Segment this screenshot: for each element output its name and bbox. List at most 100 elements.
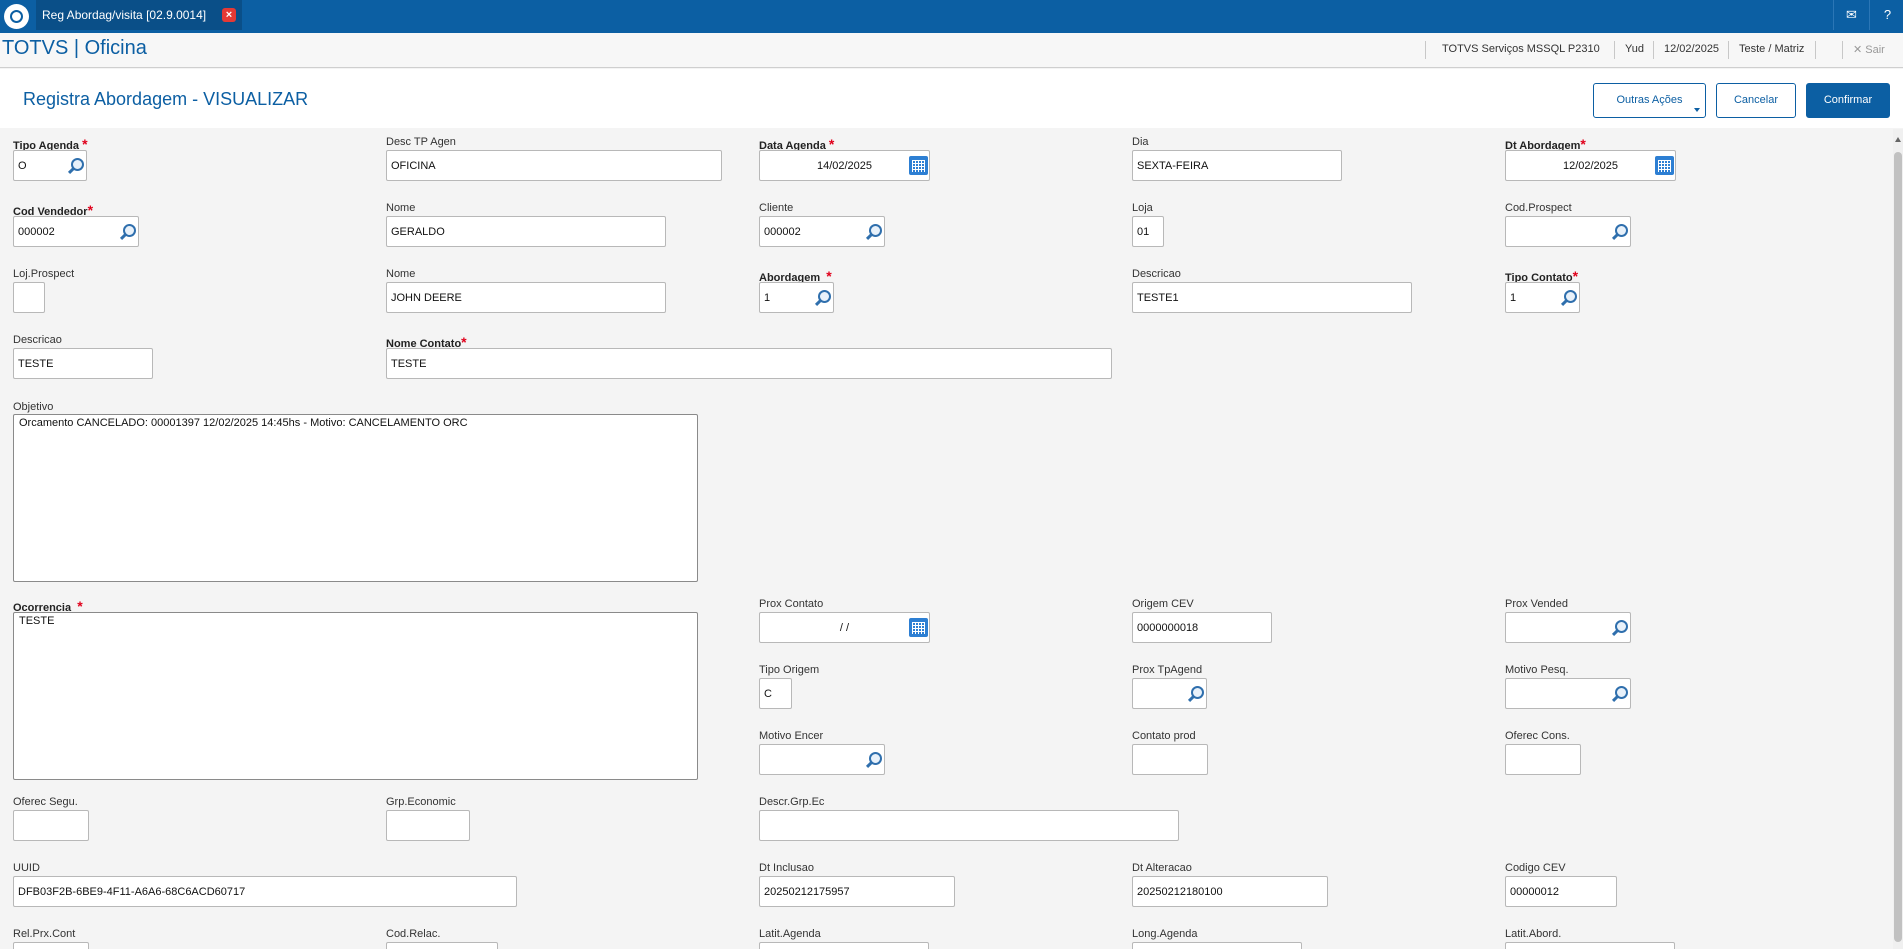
search-icon[interactable] xyxy=(813,289,831,307)
page-title: Registra Abordagem - VISUALIZAR xyxy=(23,89,309,109)
descr-grp-ec-label: Descr.Grp.Ec xyxy=(759,796,825,808)
motivo-pesq-label: Motivo Pesq. xyxy=(1505,664,1569,676)
tipo-origem-input[interactable]: C xyxy=(759,678,792,709)
oferec-segu-input[interactable] xyxy=(13,810,89,841)
grp-economic-input[interactable] xyxy=(386,810,470,841)
totvs-logo-icon[interactable] xyxy=(4,4,29,29)
oferec-segu-label: Oferec Segu. xyxy=(13,796,78,808)
uuid-input[interactable]: DFB03F2B-6BE9-4F11-A6A6-68C6ACD60717 xyxy=(13,876,517,907)
environment-label: TOTVS Serviços MSSQL P2310 xyxy=(1442,43,1600,55)
app-brand: TOTVS | Oficina xyxy=(2,37,147,59)
prox-tpagend-input[interactable] xyxy=(1132,678,1207,709)
ocorrencia-textarea[interactable]: TESTE xyxy=(13,612,698,780)
prox-contato-input[interactable]: / / xyxy=(759,612,930,643)
search-icon[interactable] xyxy=(864,751,882,769)
descricao-abordagem-input[interactable]: TESTE1 xyxy=(1132,282,1412,313)
cod-relac-input[interactable] xyxy=(386,942,498,949)
abordagem-input[interactable]: 1 xyxy=(759,282,834,313)
descricao-contato-label: Descricao xyxy=(13,334,62,346)
prox-vended-label: Prox Vended xyxy=(1505,598,1568,610)
scrollbar-thumb[interactable] xyxy=(1894,152,1902,942)
help-icon[interactable]: ? xyxy=(1869,0,1903,30)
nome-vendedor-label: Nome xyxy=(386,202,416,214)
tipo-agenda-input[interactable]: O xyxy=(13,150,87,181)
cliente-input[interactable]: 000002 xyxy=(759,216,885,247)
loj-prospect-input[interactable] xyxy=(13,282,45,313)
motivo-pesq-input[interactable] xyxy=(1505,678,1631,709)
mail-icon[interactable]: ✉ xyxy=(1833,0,1869,30)
descricao-abordagem-label: Descricao xyxy=(1132,268,1181,280)
descr-grp-ec-input[interactable] xyxy=(759,810,1179,841)
nome-cliente-input[interactable]: JOHN DEERE xyxy=(386,282,666,313)
prox-vended-input[interactable] xyxy=(1505,612,1631,643)
objetivo-textarea[interactable]: Orcamento CANCELADO: 00001397 12/02/2025… xyxy=(13,414,698,582)
contato-prod-label: Contato prod xyxy=(1132,730,1196,742)
divider xyxy=(1728,41,1729,59)
divider xyxy=(1842,41,1843,59)
nome-contato-input[interactable]: TESTE xyxy=(386,348,1112,379)
search-icon[interactable] xyxy=(1186,685,1204,703)
close-tab-icon[interactable]: × xyxy=(222,8,236,22)
cod-relac-label: Cod.Relac. xyxy=(386,928,441,940)
rel-prx-cont-input[interactable] xyxy=(13,942,89,949)
latit-agenda-input[interactable] xyxy=(759,942,929,949)
latit-abord-input[interactable] xyxy=(1505,942,1675,949)
tab-reg-abordagem[interactable]: Reg Abordag/visita [02.9.0014] × xyxy=(36,0,242,30)
search-icon[interactable] xyxy=(1610,619,1628,637)
cod-prospect-input[interactable] xyxy=(1505,216,1631,247)
close-icon: ✕ xyxy=(1853,44,1863,56)
motivo-encer-label: Motivo Encer xyxy=(759,730,824,742)
calendar-icon[interactable] xyxy=(1655,156,1674,175)
search-icon[interactable] xyxy=(1559,289,1577,307)
dt-abordagem-input[interactable]: 12/02/2025 xyxy=(1505,150,1676,181)
search-icon[interactable] xyxy=(66,157,84,175)
dia-input[interactable]: SEXTA-FEIRA xyxy=(1132,150,1342,181)
loj-prospect-label: Loj.Prospect xyxy=(13,268,75,280)
nome-vendedor-input[interactable]: GERALDO xyxy=(386,216,666,247)
motivo-encer-input[interactable] xyxy=(759,744,885,775)
long-agenda-input[interactable] xyxy=(1132,942,1302,949)
loja-input[interactable]: 01 xyxy=(1132,216,1164,247)
latit-abord-label: Latit.Abord. xyxy=(1505,928,1562,940)
logout-button[interactable]: ✕ Sair xyxy=(1853,43,1885,56)
tab-title: Reg Abordag/visita [02.9.0014] xyxy=(42,8,207,22)
scroll-up-icon[interactable] xyxy=(1895,137,1901,142)
divider xyxy=(1614,41,1615,59)
desc-tp-agen-input[interactable]: OFICINA xyxy=(386,150,722,181)
dt-inclusao-label: Dt Inclusao xyxy=(759,862,815,874)
codigo-cev-input[interactable]: 00000012 xyxy=(1505,876,1617,907)
user-label: Yud xyxy=(1625,43,1644,55)
dia-label: Dia xyxy=(1132,136,1149,148)
calendar-icon[interactable] xyxy=(909,156,928,175)
oferec-cons-label: Oferec Cons. xyxy=(1505,730,1570,742)
loja-label: Loja xyxy=(1132,202,1153,214)
calendar-icon[interactable] xyxy=(909,618,928,637)
cliente-label: Cliente xyxy=(759,202,794,214)
chevron-down-icon xyxy=(1694,108,1700,112)
vertical-scrollbar[interactable] xyxy=(1893,129,1903,949)
cod-vendedor-input[interactable]: 000002 xyxy=(13,216,139,247)
date-label: 12/02/2025 xyxy=(1664,43,1720,55)
tipo-contato-input[interactable]: 1 xyxy=(1505,282,1580,313)
cancel-button[interactable]: Cancelar xyxy=(1716,83,1796,118)
search-icon[interactable] xyxy=(1610,223,1628,241)
latit-agenda-label: Latit.Agenda xyxy=(759,928,821,940)
objetivo-label: Objetivo xyxy=(13,401,54,413)
confirm-button[interactable]: Confirmar xyxy=(1806,83,1890,118)
descricao-contato-input[interactable]: TESTE xyxy=(13,348,153,379)
origem-cev-input[interactable]: 0000000018 xyxy=(1132,612,1272,643)
other-actions-button[interactable]: Outras Ações xyxy=(1593,83,1706,118)
search-icon[interactable] xyxy=(1610,685,1628,703)
dt-alteracao-input[interactable]: 20250212180100 xyxy=(1132,876,1328,907)
contato-prod-input[interactable] xyxy=(1132,744,1208,775)
tipo-origem-label: Tipo Origem xyxy=(759,664,820,676)
data-agenda-input[interactable]: 14/02/2025 xyxy=(759,150,930,181)
company-label: Teste / Matriz xyxy=(1739,43,1805,55)
dt-inclusao-input[interactable]: 20250212175957 xyxy=(759,876,955,907)
app-header: TOTVS | Oficina TOTVS Serviços MSSQL P23… xyxy=(0,33,1903,68)
search-icon[interactable] xyxy=(864,223,882,241)
origem-cev-label: Origem CEV xyxy=(1132,598,1194,610)
top-bar: Reg Abordag/visita [02.9.0014] × ✉ ? xyxy=(0,0,1903,33)
oferec-cons-input[interactable] xyxy=(1505,744,1581,775)
search-icon[interactable] xyxy=(118,223,136,241)
